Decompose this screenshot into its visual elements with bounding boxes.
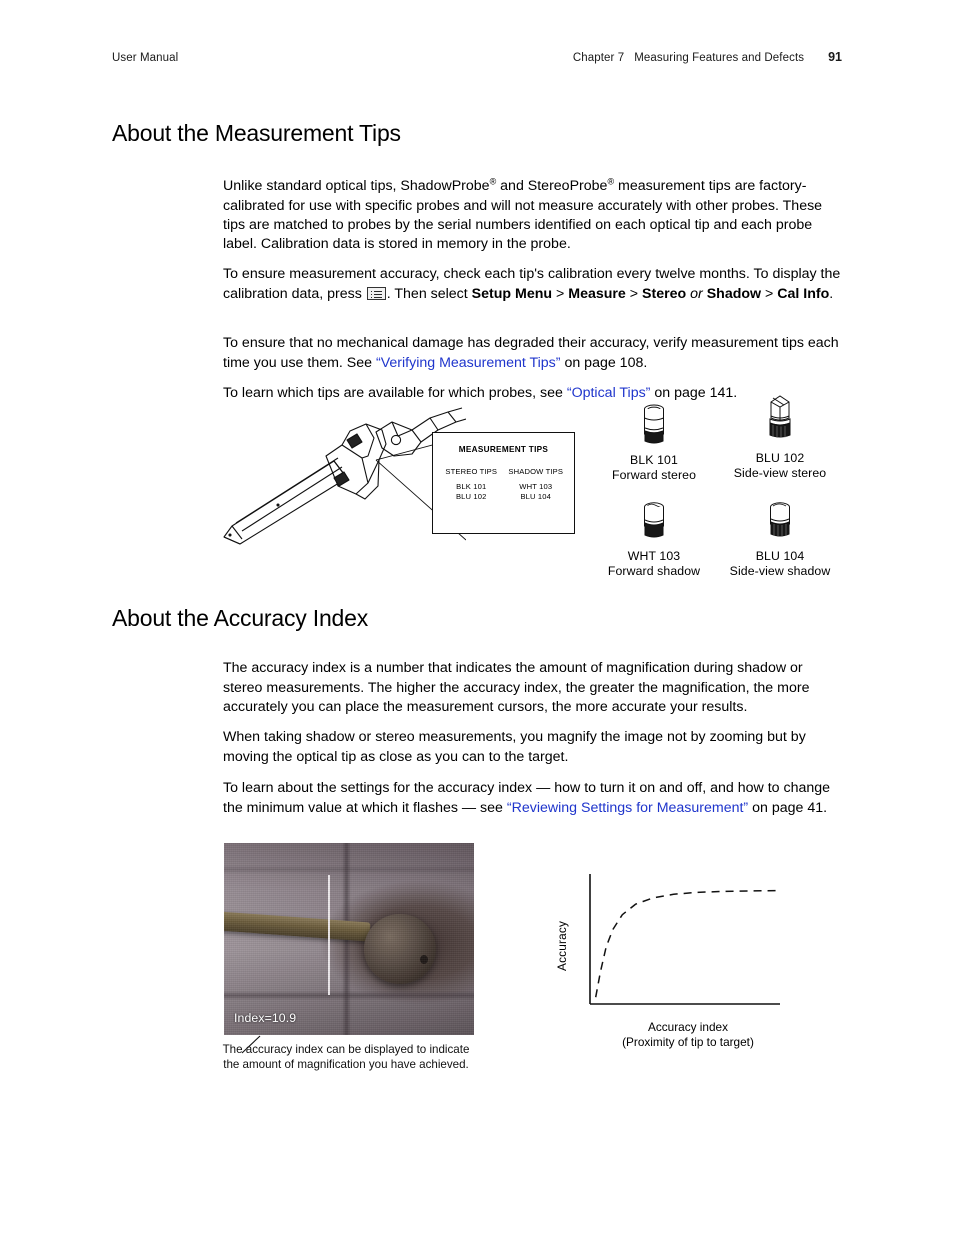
link-reviewing-settings-for-measurement[interactable]: “Reviewing Settings for Measurement”	[507, 800, 748, 816]
paragraph-verify-tips: To ensure that no mechanical damage has …	[223, 334, 841, 373]
stereo-tip-blu102: BLU 102	[455, 492, 487, 502]
figure-accuracy-photo: Index=10.9 The accuracy index can be dis…	[223, 843, 474, 1071]
figure-accuracy-chart: Accuracy Accuracy index (Proximity of ti…	[550, 862, 840, 1054]
p2-period: .	[829, 285, 834, 302]
side-view-tip-icon	[770, 502, 790, 537]
stereo-tip-blk101: BLK 101	[456, 481, 487, 491]
tip-name-blk101: BLK 101	[630, 453, 678, 467]
paragraph-magnify-by-moving: When taking shadow or stereo measurement…	[223, 729, 806, 765]
accuracy-index-readout: Index=10.9	[234, 1011, 297, 1025]
chart-x-axis-label-main: Accuracy index	[648, 1020, 728, 1034]
shadow-tips-header: SHADOW TIPS	[508, 467, 564, 476]
tip-item-blk101: BLK 101 Forward stereo	[592, 398, 716, 482]
tip-name-blu102: BLU 102	[755, 451, 805, 465]
header-manual-label: User Manual	[112, 52, 179, 64]
tip-item-blu104: BLU 104 Side-view shadow	[718, 494, 842, 578]
menu-path-stereo: Stereo	[642, 285, 687, 302]
tip-item-wht103: WHT 103 Forward shadow	[592, 494, 716, 578]
measurement-tips-label-box: MEASUREMENT TIPS STEREO TIPS BLK 101 BLU…	[432, 432, 575, 534]
header-chapter-number: Chapter 7	[572, 52, 625, 64]
accuracy-curve-plot	[589, 874, 781, 1005]
shadow-tip-blu104: BLU 104	[520, 492, 552, 502]
p1-text-b: and StereoProbe	[496, 178, 608, 195]
tip-desc-blk101: Forward stereo	[611, 468, 697, 482]
tip-desc-blu102: Side-view stereo	[733, 466, 827, 480]
label-box-columns: STEREO TIPS BLK 101 BLU 102 SHADOW TIPS …	[439, 467, 568, 503]
photo-caption-line-2: the amount of magnification you have ach…	[223, 1057, 469, 1071]
p7-text-b: on page 41.	[748, 799, 828, 816]
label-box-column-stereo: STEREO TIPS BLK 101 BLU 102	[439, 467, 504, 503]
tip-name-blu104: BLU 104	[755, 549, 805, 563]
tip-name-wht103: WHT 103	[627, 549, 681, 563]
header-chapter-block: Chapter 7 Measuring Features and Defects…	[573, 50, 842, 64]
forward-tip-icon	[644, 404, 664, 444]
p2-sep-1: >	[552, 285, 569, 302]
p2-text-b: . Then select	[386, 285, 472, 302]
heading-about-measurement-tips: About the Measurement Tips	[112, 120, 401, 146]
paragraph-calibration-check: To ensure measurement accuracy, check ea…	[223, 265, 841, 304]
link-verifying-measurement-tips[interactable]: “Verifying Measurement Tips”	[376, 355, 561, 371]
menu-path-cal-info: Cal Info	[777, 285, 830, 302]
label-box-column-shadow: SHADOW TIPS WHT 103 BLU 104	[504, 467, 569, 503]
tip-icon-grid: BLK 101 Forward stereo BLU 102 Side-view…	[592, 395, 842, 582]
p2-or: or	[690, 285, 703, 302]
side-view-tip-icon	[769, 395, 791, 438]
tip-art-wht103	[592, 494, 716, 546]
chart-data-curve	[594, 889, 781, 998]
tip-item-blu102: BLU 102 Side-view stereo	[718, 395, 842, 480]
photo-caption-line-1: The accuracy index can be displayed to i…	[222, 1043, 470, 1056]
chart-x-axis-label: Accuracy index (Proximity of tip to targ…	[550, 1020, 826, 1051]
photo-noise-overlay	[224, 843, 474, 1035]
paragraph-accuracy-definition: The accuracy index is a number that indi…	[223, 660, 810, 715]
page-number: 91	[828, 50, 842, 64]
menu-path-shadow: Shadow	[706, 285, 762, 302]
p2-sep-3: >	[761, 285, 778, 302]
shadow-tip-wht103: WHT 103	[519, 481, 553, 491]
p3-text-b: on page 108.	[560, 354, 648, 371]
tip-desc-wht103: Forward shadow	[607, 564, 701, 578]
header-chapter-title: Measuring Features and Defects	[634, 52, 805, 64]
heading-about-accuracy-index: About the Accuracy Index	[112, 605, 369, 631]
forward-tip-icon	[644, 502, 664, 538]
chart-y-axis-label: Accuracy	[555, 920, 569, 972]
page-header: User Manual Chapter 7 Measuring Features…	[112, 50, 842, 70]
p1-text-a: Unlike standard optical tips, ShadowProb…	[223, 178, 490, 195]
chart-x-axis-label-sub: (Proximity of tip to target)	[622, 1035, 754, 1050]
figure-measurement-tips: MEASUREMENT TIPS STEREO TIPS BLK 101 BLU…	[112, 395, 842, 586]
borescope-photo: Index=10.9	[224, 843, 474, 1035]
paragraph-accuracy-settings: To learn about the settings for the accu…	[223, 779, 841, 818]
menu-path-measure: Measure	[568, 285, 626, 302]
stereo-tips-header: STEREO TIPS	[445, 467, 498, 476]
tip-art-blu104	[718, 494, 842, 546]
tip-art-blu102	[718, 395, 842, 448]
document-page: User Manual Chapter 7 Measuring Features…	[0, 0, 954, 1235]
probe-illustration	[223, 407, 466, 545]
label-box-title: MEASUREMENT TIPS	[458, 445, 549, 454]
tip-desc-blu104: Side-view shadow	[729, 564, 831, 578]
tip-art-blk101	[592, 398, 716, 450]
photo-caption: The accuracy index can be displayed to i…	[210, 1043, 482, 1072]
p2-sep-2: >	[625, 285, 642, 302]
menu-key-icon	[366, 286, 386, 300]
paragraph-tips-intro: Unlike standard optical tips, ShadowProb…	[223, 177, 841, 255]
menu-path-setup-menu: Setup Menu	[471, 285, 553, 302]
